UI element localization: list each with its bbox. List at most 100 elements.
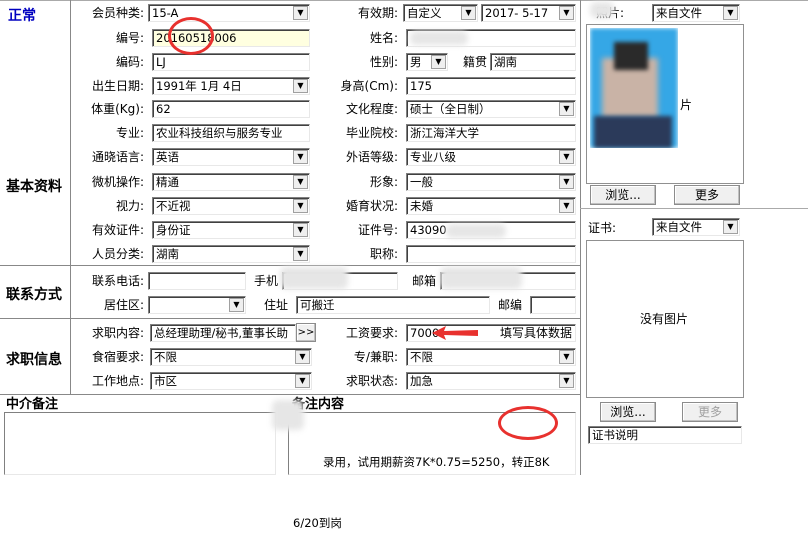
salary-hint: 填写具体数据 (500, 326, 573, 340)
section-basic-title: 基本资料 (6, 179, 62, 195)
chevron-down-icon[interactable]: ▼ (559, 150, 574, 164)
gender-value: 男 (410, 55, 422, 69)
validity-type-select[interactable]: 自定义 ▼ (403, 4, 478, 22)
address-input[interactable]: 可搬迁 (296, 296, 490, 314)
school-input[interactable]: 浙江海洋大学 (406, 124, 576, 142)
job-content-more-button[interactable]: >> (296, 323, 316, 342)
appearance-select[interactable]: 一般 ▼ (406, 173, 576, 191)
chevron-down-icon[interactable]: ▼ (559, 374, 574, 388)
cert-source-select[interactable]: 来自文件 ▼ (652, 218, 740, 236)
chevron-down-icon[interactable]: ▼ (293, 223, 308, 237)
validity-label: 有效期: (357, 6, 398, 20)
hometown-value: 湖南 (494, 55, 517, 69)
marital-select[interactable]: 未婚 ▼ (406, 197, 576, 215)
chevron-down-icon[interactable]: ▼ (295, 350, 310, 364)
cert-more-button: 更多 (682, 402, 738, 422)
major-input[interactable]: 农业科技组织与服务专业 (152, 124, 310, 142)
food-select[interactable]: 不限 ▼ (150, 348, 312, 366)
chevron-down-icon[interactable]: ▼ (293, 6, 308, 20)
chevron-down-icon[interactable]: ▼ (461, 6, 476, 20)
chevron-down-icon[interactable]: ▼ (559, 6, 574, 20)
school-label: 毕业院校: (345, 126, 398, 140)
district-label: 居住区: (103, 298, 144, 312)
workplace-value: 市区 (154, 374, 177, 388)
birth-date-value: 1991年 1月 4日 (156, 79, 242, 93)
job-content-input[interactable]: 总经理助理/秘书,董事长助 (150, 324, 296, 342)
photo-image (590, 28, 678, 148)
validity-date-picker[interactable]: 2017- 5-17 ▼ (481, 4, 576, 22)
weight-input[interactable]: 62 (152, 100, 310, 118)
photo-label-redaction (590, 2, 614, 18)
cert-browse-button[interactable]: 浏览... (600, 402, 656, 422)
code-input[interactable]: LJ (152, 53, 310, 71)
photo-browse-button[interactable]: 浏览... (590, 185, 656, 205)
photo-more-button[interactable]: 更多 (674, 185, 740, 205)
red-circle-annotation (168, 17, 214, 55)
chevron-down-icon[interactable]: ▼ (293, 199, 308, 213)
title-label: 职称: (369, 247, 398, 261)
postcode-input[interactable] (530, 296, 576, 314)
chevron-down-icon[interactable]: ▼ (559, 175, 574, 189)
gender-label: 性别: (369, 55, 398, 69)
cert-source-value: 来自文件 (656, 220, 702, 234)
category-value: 湖南 (156, 247, 179, 261)
remarks-redaction (272, 400, 304, 430)
member-type-select[interactable]: 15-A ▼ (148, 4, 310, 22)
workplace-label: 工作地点: (91, 374, 144, 388)
chevron-down-icon[interactable]: ▼ (723, 220, 738, 234)
chevron-down-icon[interactable]: ▼ (229, 298, 244, 312)
phone-input[interactable] (148, 272, 246, 290)
language-label: 通晓语言: (91, 150, 144, 164)
title-input[interactable] (406, 245, 576, 263)
major-label: 专业: (115, 126, 144, 140)
hometown-input[interactable]: 湖南 (490, 53, 576, 71)
chevron-down-icon[interactable]: ▼ (293, 247, 308, 261)
agency-note-textarea[interactable] (4, 412, 276, 475)
email-label: 邮箱 (412, 274, 437, 288)
salary-label: 工资要求: (345, 326, 398, 340)
education-select[interactable]: 硕士（全日制） ▼ (406, 100, 576, 118)
chevron-down-icon[interactable]: ▼ (431, 55, 446, 69)
height-input[interactable]: 175 (406, 77, 576, 95)
photo-source-value: 来自文件 (656, 6, 702, 20)
computer-label: 微机操作: (91, 175, 144, 189)
chevron-down-icon[interactable]: ▼ (293, 175, 308, 189)
cert-description-value: 证书说明 (592, 428, 638, 442)
cert-description-input[interactable]: 证书说明 (588, 426, 742, 444)
id-no-value: 43090 (410, 223, 447, 237)
chevron-down-icon[interactable]: ▼ (559, 199, 574, 213)
birth-date-label: 出生日期: (91, 79, 144, 93)
category-select[interactable]: 湖南 ▼ (152, 245, 310, 263)
language-select[interactable]: 英语 ▼ (152, 148, 310, 166)
district-select[interactable]: ▼ (148, 296, 246, 314)
mobile-redaction (280, 267, 348, 289)
school-value: 浙江海洋大学 (410, 126, 479, 140)
id-type-label: 有效证件: (91, 223, 144, 237)
workplace-select[interactable]: 市区 ▼ (150, 372, 312, 390)
chevron-down-icon[interactable]: ▼ (293, 79, 308, 93)
vision-select[interactable]: 不近视 ▼ (152, 197, 310, 215)
code-value: LJ (156, 55, 166, 69)
code-label: 编码: (115, 55, 144, 69)
job-status-select[interactable]: 加急 ▼ (406, 372, 576, 390)
address-label: 住址 (264, 298, 289, 312)
chevron-down-icon[interactable]: ▼ (723, 6, 738, 20)
fulltime-value: 不限 (410, 350, 433, 364)
chevron-down-icon[interactable]: ▼ (295, 374, 310, 388)
id-type-select[interactable]: 身份证 ▼ (152, 221, 310, 239)
chevron-down-icon[interactable]: ▼ (559, 350, 574, 364)
computer-select[interactable]: 精通 ▼ (152, 173, 310, 191)
chevron-down-icon[interactable]: ▼ (559, 102, 574, 116)
appearance-value: 一般 (410, 175, 433, 189)
phone-label: 联系电话: (91, 274, 144, 288)
foreign-level-select[interactable]: 专业八级 ▼ (406, 148, 576, 166)
height-value: 175 (410, 79, 432, 93)
chevron-down-icon[interactable]: ▼ (293, 150, 308, 164)
name-redaction (410, 31, 468, 45)
fulltime-select[interactable]: 不限 ▼ (406, 348, 576, 366)
birth-date-picker[interactable]: 1991年 1月 4日 ▼ (152, 77, 310, 95)
gender-select[interactable]: 男 ▼ (406, 53, 448, 71)
appearance-label: 形象: (369, 175, 398, 189)
photo-source-select[interactable]: 来自文件 ▼ (652, 4, 740, 22)
major-value: 农业科技组织与服务专业 (156, 126, 283, 140)
